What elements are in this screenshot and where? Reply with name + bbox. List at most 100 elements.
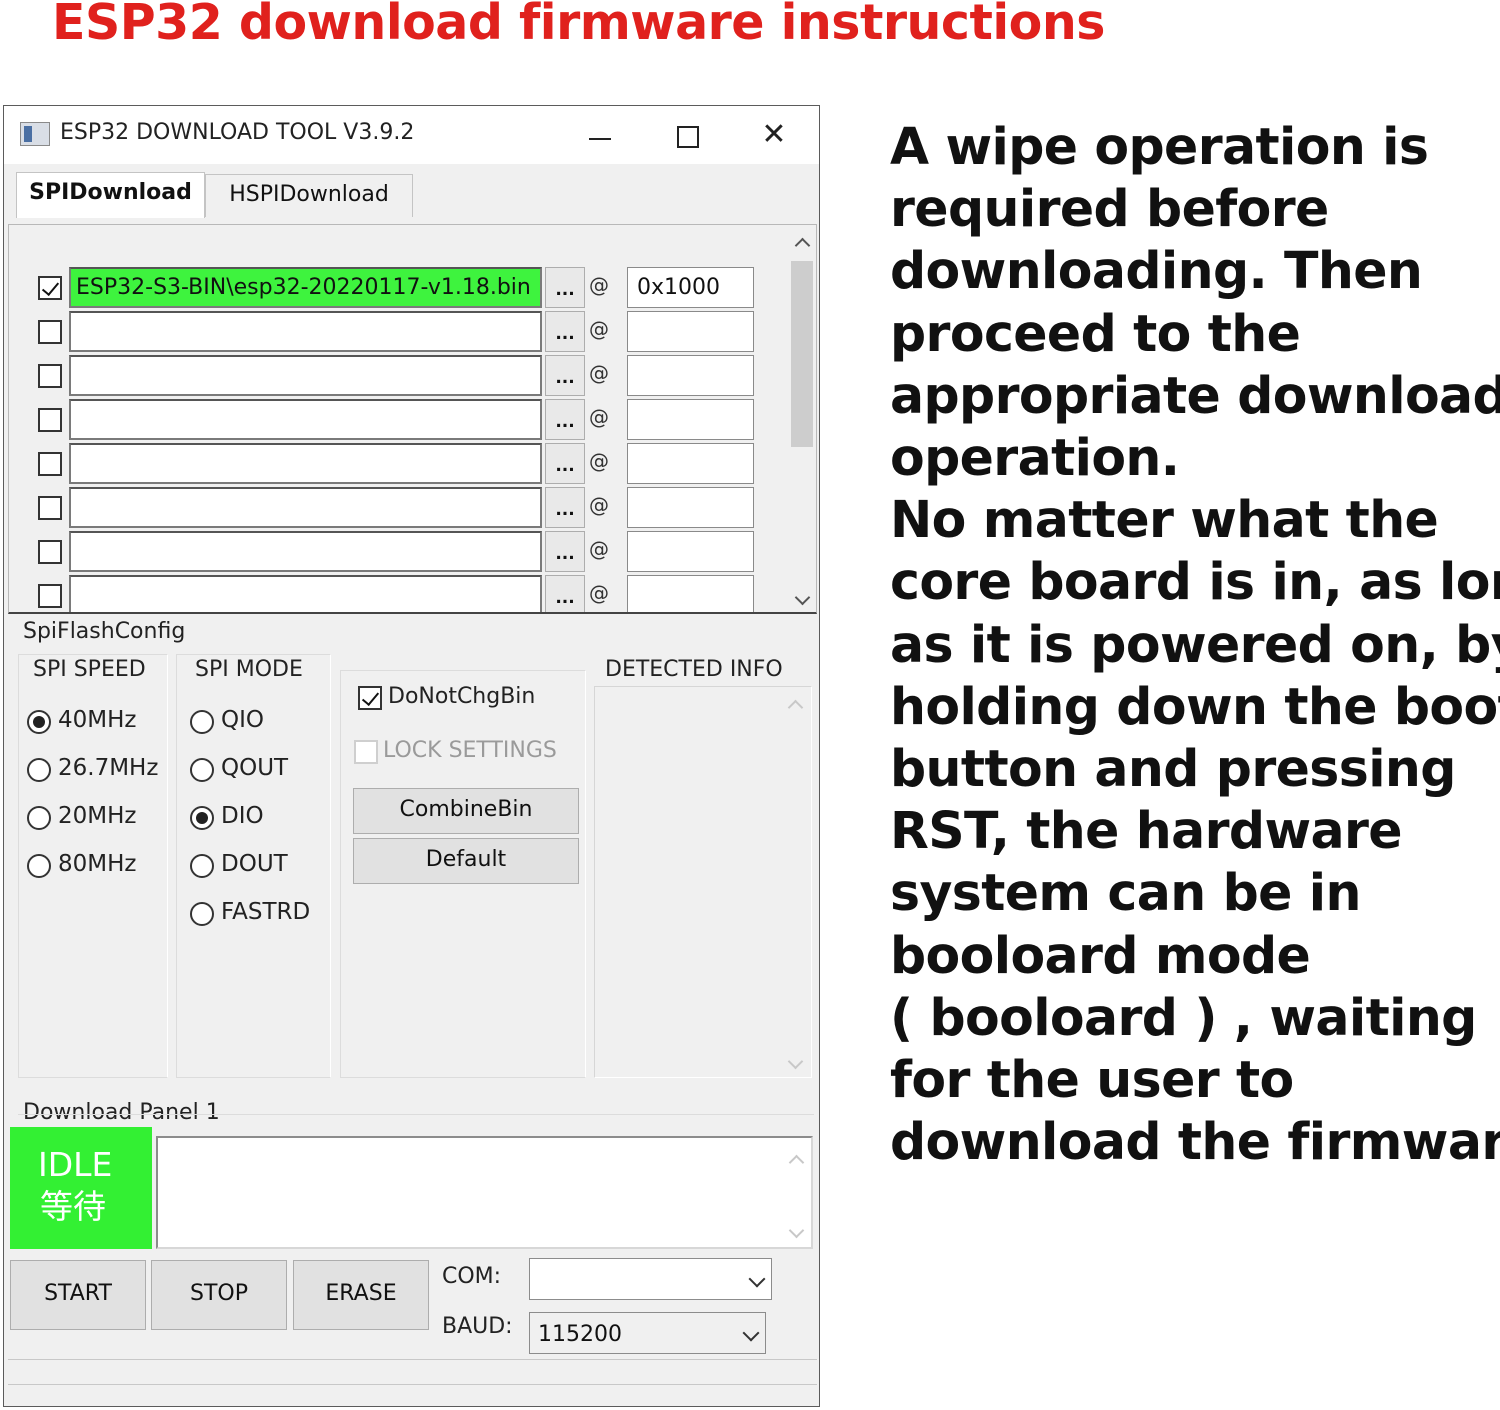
close-button[interactable]: ✕ <box>746 110 802 160</box>
file-enable-checkbox[interactable] <box>38 364 62 388</box>
flash-address-input[interactable] <box>627 443 754 484</box>
file-row: ... @ <box>9 397 809 441</box>
at-symbol: @ <box>589 581 609 605</box>
file-row: ... @ <box>9 309 809 353</box>
mode-qio-radio[interactable] <box>190 710 214 734</box>
status-text-en: IDLE <box>38 1145 113 1184</box>
maximize-button[interactable] <box>659 110 715 160</box>
mode-fastrd-radio[interactable] <box>190 902 214 926</box>
speed-20mhz-radio[interactable] <box>27 806 51 830</box>
browse-button[interactable]: ... <box>545 443 585 484</box>
file-enable-checkbox[interactable] <box>38 276 62 300</box>
chevron-down-icon <box>748 1270 766 1288</box>
file-list-scrollbar[interactable] <box>787 227 815 611</box>
mode-dout-radio[interactable] <box>190 854 214 878</box>
file-row: ... @ <box>9 529 809 573</box>
browse-button[interactable]: ... <box>545 399 585 440</box>
baud-label: BAUD: <box>442 1314 513 1339</box>
mode-dout-label: DOUT <box>221 851 288 877</box>
speed-80mhz-radio[interactable] <box>27 854 51 878</box>
mode-dio-label: DIO <box>221 803 264 829</box>
speed-26-7mhz-radio[interactable] <box>27 758 51 782</box>
minimize-button[interactable] <box>572 110 628 160</box>
file-path-input[interactable] <box>69 531 542 572</box>
lock-settings-checkbox[interactable] <box>354 740 378 764</box>
spi-speed-label: SPI SPEED <box>33 657 146 682</box>
browse-button[interactable]: ... <box>545 267 585 308</box>
speed-20mhz-label: 20MHz <box>58 803 137 829</box>
scroll-up-icon[interactable] <box>792 233 810 251</box>
file-path-input[interactable] <box>69 487 542 528</box>
flash-address-input[interactable] <box>627 487 754 528</box>
mode-fastrd-label: FASTRD <box>221 899 311 925</box>
browse-button[interactable]: ... <box>545 355 585 396</box>
scroll-thumb[interactable] <box>791 261 813 447</box>
mode-qout-label: QOUT <box>221 755 289 781</box>
speed-40mhz-label: 40MHz <box>58 707 137 733</box>
log-scroll-down-icon[interactable] <box>786 1224 804 1242</box>
browse-button[interactable]: ... <box>545 311 585 352</box>
browse-button[interactable]: ... <box>545 575 585 612</box>
com-port-select[interactable] <box>529 1258 772 1300</box>
stop-button[interactable]: STOP <box>151 1260 287 1330</box>
start-button[interactable]: START <box>10 1260 146 1330</box>
baud-rate-select[interactable]: 115200 <box>529 1312 766 1354</box>
donotchgbin-checkbox[interactable] <box>358 686 382 710</box>
file-enable-checkbox[interactable] <box>38 408 62 432</box>
file-enable-checkbox[interactable] <box>38 540 62 564</box>
file-enable-checkbox[interactable] <box>38 320 62 344</box>
file-enable-checkbox[interactable] <box>38 452 62 476</box>
esp32-download-tool-window: ESP32 DOWNLOAD TOOL V3.9.2 ✕ SPIDownload… <box>3 105 820 1407</box>
status-bar <box>8 1359 817 1385</box>
chevron-down-icon <box>742 1324 760 1342</box>
file-enable-checkbox[interactable] <box>38 584 62 608</box>
browse-button[interactable]: ... <box>545 531 585 572</box>
status-indicator: IDLE 等待 <box>10 1127 152 1249</box>
app-icon <box>20 122 50 146</box>
default-button[interactable]: Default <box>353 838 579 884</box>
flash-address-input[interactable]: 0x1000 <box>627 267 754 308</box>
download-log[interactable] <box>156 1136 813 1249</box>
flash-address-input[interactable] <box>627 311 754 352</box>
tab-spidownload[interactable]: SPIDownload <box>16 172 205 218</box>
file-path-input[interactable]: ESP32-S3-BIN\esp32-20220117-v1.18.bin <box>69 267 542 308</box>
speed-40mhz-radio[interactable] <box>27 710 51 734</box>
file-row: ESP32-S3-BIN\esp32-20220117-v1.18.bin ..… <box>9 265 809 309</box>
mode-dio-radio[interactable] <box>190 806 214 830</box>
file-row: ... @ <box>9 353 809 397</box>
tab-hspidownload[interactable]: HSPIDownload <box>205 174 413 217</box>
file-row: ... @ <box>9 441 809 485</box>
log-scroll-up-icon[interactable] <box>786 1150 804 1168</box>
detected-scroll-up-icon[interactable] <box>785 695 803 713</box>
at-symbol: @ <box>589 405 609 429</box>
at-symbol: @ <box>589 317 609 341</box>
browse-button[interactable]: ... <box>545 487 585 528</box>
flash-address-input[interactable] <box>627 399 754 440</box>
flash-address-input[interactable] <box>627 355 754 396</box>
file-path-input[interactable] <box>69 399 542 440</box>
file-path-input[interactable] <box>69 575 542 612</box>
spiflashconfig-label: SpiFlashConfig <box>23 619 186 644</box>
mode-qout-radio[interactable] <box>190 758 214 782</box>
file-path-input[interactable] <box>69 311 542 352</box>
detected-scroll-down-icon[interactable] <box>785 1055 803 1073</box>
erase-button[interactable]: ERASE <box>293 1260 429 1330</box>
page-heading: ESP32 download firmware instructions <box>52 0 1105 51</box>
combinebin-button[interactable]: CombineBin <box>353 788 579 834</box>
at-symbol: @ <box>589 537 609 561</box>
scroll-down-icon[interactable] <box>792 591 810 609</box>
title-bar[interactable]: ESP32 DOWNLOAD TOOL V3.9.2 ✕ <box>4 106 819 164</box>
file-list-panel: ESP32-S3-BIN\esp32-20220117-v1.18.bin ..… <box>8 224 817 614</box>
detected-info-box <box>594 686 812 1078</box>
com-label: COM: <box>442 1264 502 1289</box>
flash-address-input[interactable] <box>627 531 754 572</box>
lock-settings-label: LOCK SETTINGS <box>383 738 557 763</box>
download-panel-divider <box>18 1114 814 1115</box>
file-enable-checkbox[interactable] <box>38 496 62 520</box>
detected-info-label: DETECTED INFO <box>605 657 783 682</box>
file-path-input[interactable] <box>69 443 542 484</box>
speed-26-7mhz-label: 26.7MHz <box>58 755 159 781</box>
flash-address-input[interactable] <box>627 575 754 612</box>
file-path-input[interactable] <box>69 355 542 396</box>
at-symbol: @ <box>589 273 609 297</box>
